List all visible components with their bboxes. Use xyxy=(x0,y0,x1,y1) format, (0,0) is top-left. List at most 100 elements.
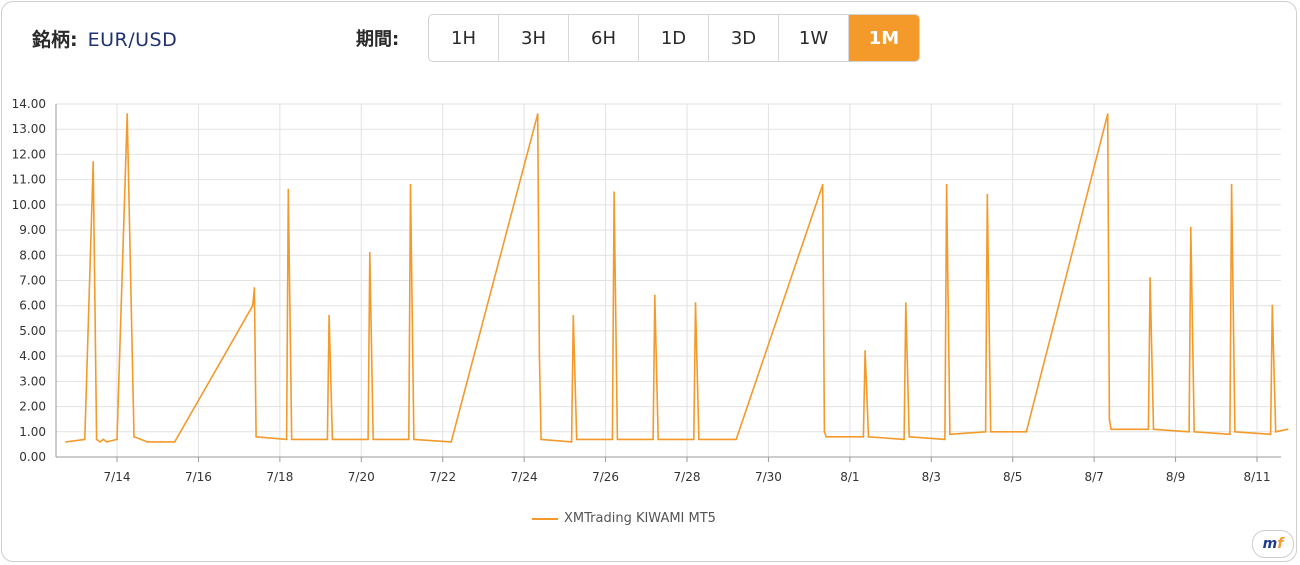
x-tick-label: 8/5 xyxy=(1003,470,1022,484)
x-tick-label: 7/28 xyxy=(674,470,701,484)
chart-legend[interactable]: XMTrading KIWAMI MT5 xyxy=(532,511,716,526)
y-tick-label: 11.00 xyxy=(12,173,46,187)
data-point xyxy=(1269,433,1272,436)
data-point xyxy=(450,441,453,443)
x-tick-label: 7/18 xyxy=(266,470,293,484)
data-point xyxy=(862,435,865,438)
legend-series-label: XMTrading KIWAMI MT5 xyxy=(564,511,716,526)
data-point xyxy=(823,430,826,433)
data-point xyxy=(1149,277,1151,279)
data-point xyxy=(692,438,695,441)
data-point xyxy=(694,302,697,305)
data-point xyxy=(102,438,105,441)
data-point xyxy=(613,191,615,194)
data-point xyxy=(1193,430,1196,433)
data-point xyxy=(1147,428,1150,431)
data-point xyxy=(133,435,135,438)
data-point xyxy=(989,430,992,433)
data-point xyxy=(735,438,738,441)
data-point xyxy=(1025,430,1028,433)
data-point xyxy=(536,113,539,115)
data-point xyxy=(984,430,987,433)
y-tick-label: 13.00 xyxy=(12,122,46,136)
data-point xyxy=(99,441,101,443)
data-point xyxy=(570,441,573,443)
data-point xyxy=(575,438,578,441)
y-tick-label: 12.00 xyxy=(12,147,46,161)
data-point xyxy=(253,287,256,289)
data-point xyxy=(653,294,656,297)
data-point xyxy=(160,441,163,443)
y-tick-label: 7.00 xyxy=(19,274,46,288)
y-tick-label: 1.00 xyxy=(19,425,46,439)
data-point xyxy=(83,438,86,441)
data-point xyxy=(255,435,257,438)
data-point xyxy=(1188,430,1190,433)
data-point xyxy=(1271,304,1274,307)
y-tick-label: 3.00 xyxy=(19,374,46,388)
data-point xyxy=(407,438,410,441)
data-point xyxy=(1286,428,1289,431)
data-point xyxy=(908,435,911,438)
data-point xyxy=(652,438,654,441)
x-tick-label: 7/16 xyxy=(185,470,212,484)
data-point xyxy=(1274,430,1277,433)
y-tick-label: 14.00 xyxy=(12,97,46,111)
data-point xyxy=(986,193,989,196)
data-point xyxy=(372,438,375,441)
data-point xyxy=(251,304,254,307)
data-point xyxy=(540,438,542,441)
x-tick-label: 7/26 xyxy=(592,470,619,484)
data-point xyxy=(903,438,905,441)
data-point xyxy=(949,433,951,436)
x-tick-label: 7/24 xyxy=(511,470,538,484)
data-point xyxy=(1110,428,1112,431)
data-point xyxy=(538,355,541,357)
data-point xyxy=(616,438,619,441)
data-point xyxy=(867,435,870,438)
data-point xyxy=(331,438,334,441)
spread-line-chart: 0.00 1.00 2.00 3.00 4.00 5.00 6.00 7.00 8.00 9.00… xyxy=(12,97,1289,484)
data-point xyxy=(1234,430,1236,433)
logo-accent-letter: f xyxy=(1277,536,1284,552)
data-point xyxy=(1229,433,1231,436)
legend-swatch xyxy=(532,517,558,520)
data-point xyxy=(825,435,827,438)
data-point xyxy=(287,188,290,191)
data-point xyxy=(95,438,98,441)
y-tick-label: 5.00 xyxy=(19,324,46,338)
logo-letter: m xyxy=(1262,536,1278,552)
data-point xyxy=(657,438,660,441)
data-point xyxy=(1152,428,1155,431)
data-point xyxy=(146,441,149,443)
y-tick-label: 4.00 xyxy=(19,349,46,363)
data-point xyxy=(611,438,614,441)
data-point xyxy=(367,438,369,441)
data-point xyxy=(285,438,288,441)
x-tick-label: 8/7 xyxy=(1084,470,1103,484)
data-point xyxy=(821,183,824,186)
data-point xyxy=(92,161,95,163)
data-point xyxy=(328,314,330,317)
data-point xyxy=(173,441,176,443)
data-point xyxy=(944,438,946,441)
data-point xyxy=(572,314,575,317)
data-point xyxy=(139,438,142,441)
x-tick-label: 7/14 xyxy=(104,470,131,484)
x-tick-label: 7/22 xyxy=(429,470,456,484)
data-point xyxy=(864,350,866,352)
x-tick-label: 8/1 xyxy=(840,470,859,484)
y-tick-label: 9.00 xyxy=(19,223,46,237)
x-tick-label: 7/30 xyxy=(755,470,782,484)
data-point xyxy=(368,251,371,254)
data-point xyxy=(1108,418,1111,421)
data-point xyxy=(126,113,129,115)
x-tick-label: 8/3 xyxy=(922,470,941,484)
data-point xyxy=(413,438,415,441)
data-point xyxy=(945,183,948,186)
x-tick-label: 7/20 xyxy=(348,470,375,484)
series-line-0 xyxy=(65,113,1288,443)
y-tick-label: 10.00 xyxy=(12,198,46,212)
data-point xyxy=(1189,226,1192,229)
data-point xyxy=(409,183,412,186)
